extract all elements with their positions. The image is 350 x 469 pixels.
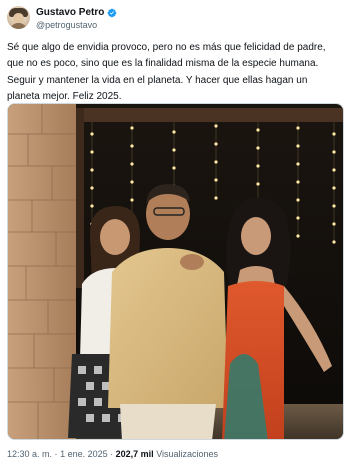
tweet-text-line: que no es poco, sino que es la finalidad…	[7, 58, 319, 70]
meta-separator: ·	[110, 449, 114, 459]
post-time[interactable]: 12:30 a. m.	[7, 449, 52, 459]
verified-badge-icon	[107, 8, 117, 17]
views-count: 202,7 mil	[115, 449, 154, 459]
views-label: Visualizaciones	[156, 449, 219, 459]
author-handle[interactable]: @petrogustavo	[36, 20, 117, 30]
tweet-text: Sé que algo de envidia provoco, pero no …	[7, 40, 345, 106]
avatar[interactable]	[7, 6, 30, 29]
display-name[interactable]: Gustavo Petro	[36, 7, 104, 18]
tweet-text-line: Seguir y mantener la vida en el planeta.…	[7, 74, 308, 86]
tweet-text-line: Sé que algo de envidia provoco, pero no …	[7, 42, 326, 53]
meta-separator: ·	[54, 449, 58, 459]
tweet-meta: 12:30 a. m. · 1 ene. 2025 · 202,7 mil Vi…	[7, 449, 218, 459]
tweet-photo[interactable]	[7, 103, 344, 440]
tweet: Gustavo Petro @petrogustavo Sé que algo …	[0, 0, 350, 469]
name-row: Gustavo Petro	[36, 7, 117, 18]
family-photo-image	[8, 104, 343, 439]
post-date[interactable]: 1 ene. 2025	[60, 449, 108, 459]
author-names: Gustavo Petro @petrogustavo	[36, 7, 117, 30]
tweet-header: Gustavo Petro @petrogustavo	[7, 6, 117, 30]
